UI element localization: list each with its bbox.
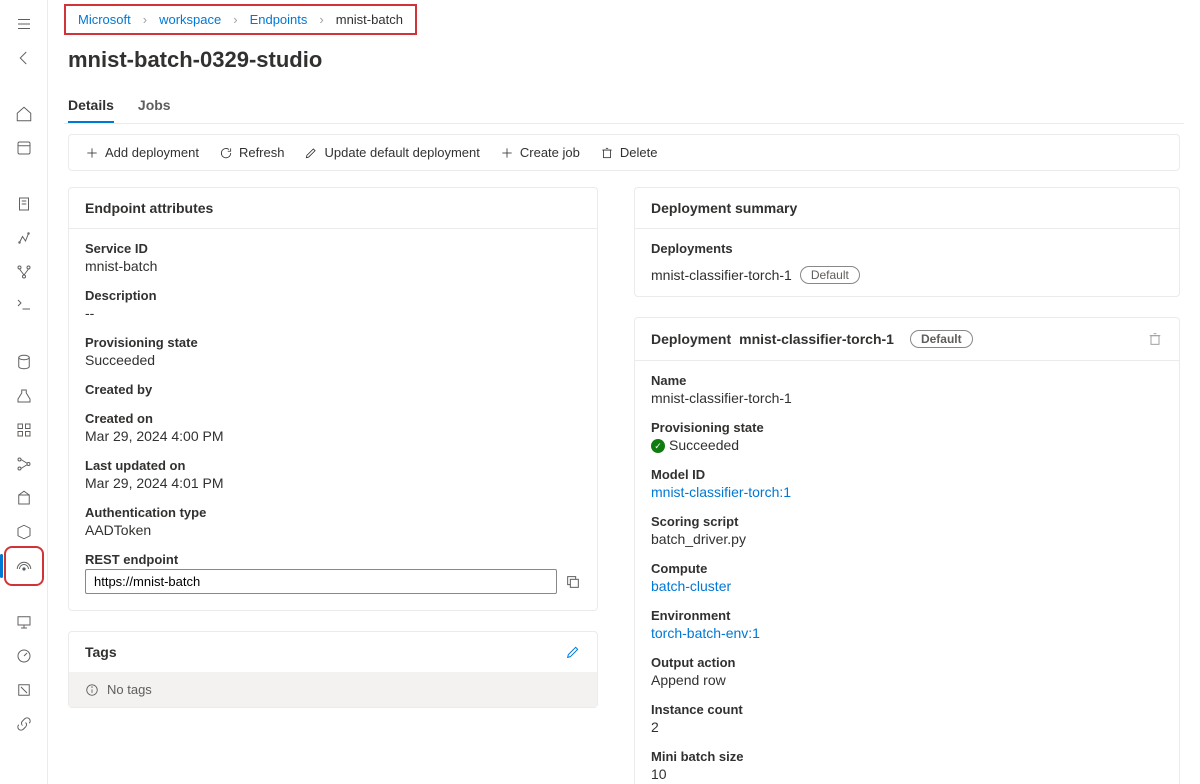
tab-details[interactable]: Details (68, 89, 114, 123)
refresh-icon (219, 146, 233, 160)
deployment-row: mnist-classifier-torch-1 Default (651, 266, 1163, 284)
create-job-button[interactable]: Create job (500, 145, 580, 160)
tags-empty-text: No tags (107, 682, 152, 697)
deployments-label: Deployments (651, 241, 1163, 256)
automated-ml-icon[interactable] (8, 222, 40, 254)
field-label: Authentication type (85, 505, 581, 520)
edit-icon[interactable] (565, 644, 581, 660)
menu-icon[interactable] (8, 8, 40, 40)
field-label: Output action (651, 655, 1163, 670)
breadcrumb-current: mnist-batch (336, 12, 403, 27)
field-label: Compute (651, 561, 1163, 576)
plus-icon (500, 146, 514, 160)
breadcrumb: Microsoft › workspace › Endpoints › mnis… (64, 4, 417, 35)
field-value: -- (85, 305, 581, 321)
trash-icon[interactable] (1147, 331, 1163, 347)
field-label: Created on (85, 411, 581, 426)
page-title: mnist-batch-0329-studio (68, 47, 1184, 73)
trash-icon (600, 146, 614, 160)
default-badge: Default (910, 330, 973, 348)
endpoints-icon[interactable] (8, 550, 40, 582)
toolbar: Add deployment Refresh Update default de… (68, 134, 1180, 171)
field-label: Created by (85, 382, 581, 397)
field-label: Name (651, 373, 1163, 388)
field-label: Provisioning state (651, 420, 1163, 435)
model-id-link[interactable]: mnist-classifier-torch:1 (651, 484, 1163, 500)
copy-icon[interactable] (565, 574, 581, 590)
rest-endpoint-input[interactable] (85, 569, 557, 594)
notebooks-icon[interactable] (8, 188, 40, 220)
refresh-button[interactable]: Refresh (219, 145, 285, 160)
field-value: Succeeded (85, 352, 581, 368)
field-value: Mar 29, 2024 4:00 PM (85, 428, 581, 444)
info-icon (85, 683, 99, 697)
deployment-detail-card: Deployment mnist-classifier-torch-1 Defa… (634, 317, 1180, 784)
field-label: Description (85, 288, 581, 303)
linked-icon[interactable] (8, 708, 40, 740)
field-label: Provisioning state (85, 335, 581, 350)
field-label: Instance count (651, 702, 1163, 717)
tabs: Details Jobs (64, 89, 1184, 124)
breadcrumb-link[interactable]: Endpoints (250, 12, 308, 27)
field-value: Append row (651, 672, 1163, 688)
chevron-right-icon: › (319, 12, 323, 27)
add-deployment-button[interactable]: Add deployment (85, 145, 199, 160)
field-label: Scoring script (651, 514, 1163, 529)
breadcrumb-link[interactable]: Microsoft (78, 12, 131, 27)
components-icon[interactable] (8, 414, 40, 446)
pipelines-icon[interactable] (8, 448, 40, 480)
card-title: Tags (85, 644, 117, 660)
models-icon[interactable] (8, 516, 40, 548)
chevron-right-icon: › (143, 12, 147, 27)
compute-link[interactable]: batch-cluster (651, 578, 1163, 594)
field-value: 2 (651, 719, 1163, 735)
left-nav (0, 0, 48, 784)
field-value: ✓Succeeded (651, 437, 1163, 453)
plus-icon (85, 146, 99, 160)
chevron-right-icon: › (233, 12, 237, 27)
tab-jobs[interactable]: Jobs (138, 89, 171, 123)
designer-icon[interactable] (8, 256, 40, 288)
environment-link[interactable]: torch-batch-env:1 (651, 625, 1163, 641)
field-label: REST endpoint (85, 552, 581, 567)
field-value: AADToken (85, 522, 581, 538)
field-value: mnist-batch (85, 258, 581, 274)
deployment-name: mnist-classifier-torch-1 (651, 267, 792, 283)
endpoint-attributes-card: Endpoint attributes Service ID mnist-batc… (68, 187, 598, 611)
data-icon[interactable] (8, 346, 40, 378)
field-value: mnist-classifier-torch-1 (651, 390, 1163, 406)
card-title: Deployment summary (635, 188, 1179, 229)
deployment-header-name: mnist-classifier-torch-1 (739, 331, 894, 347)
deployment-header-prefix: Deployment (651, 331, 731, 347)
field-label: Model ID (651, 467, 1163, 482)
environments-icon[interactable] (8, 482, 40, 514)
jobs-icon[interactable] (8, 380, 40, 412)
field-label: Last updated on (85, 458, 581, 473)
delete-button[interactable]: Delete (600, 145, 658, 160)
compute-icon[interactable] (8, 606, 40, 638)
prompt-flow-icon[interactable] (8, 290, 40, 322)
tags-card: Tags No tags (68, 631, 598, 708)
field-value: 10 (651, 766, 1163, 782)
breadcrumb-link[interactable]: workspace (159, 12, 221, 27)
deployment-summary-card: Deployment summary Deployments mnist-cla… (634, 187, 1180, 297)
field-value: batch_driver.py (651, 531, 1163, 547)
edit-icon (304, 146, 318, 160)
back-icon[interactable] (8, 42, 40, 74)
model-catalog-icon[interactable] (8, 132, 40, 164)
field-label: Mini batch size (651, 749, 1163, 764)
field-label: Service ID (85, 241, 581, 256)
update-default-button[interactable]: Update default deployment (304, 145, 479, 160)
field-value: Mar 29, 2024 4:01 PM (85, 475, 581, 491)
field-label: Environment (651, 608, 1163, 623)
success-icon: ✓ (651, 439, 665, 453)
default-badge: Default (800, 266, 860, 284)
card-title: Endpoint attributes (69, 188, 597, 229)
home-icon[interactable] (8, 98, 40, 130)
monitoring-icon[interactable] (8, 640, 40, 672)
datalabeling-icon[interactable] (8, 674, 40, 706)
